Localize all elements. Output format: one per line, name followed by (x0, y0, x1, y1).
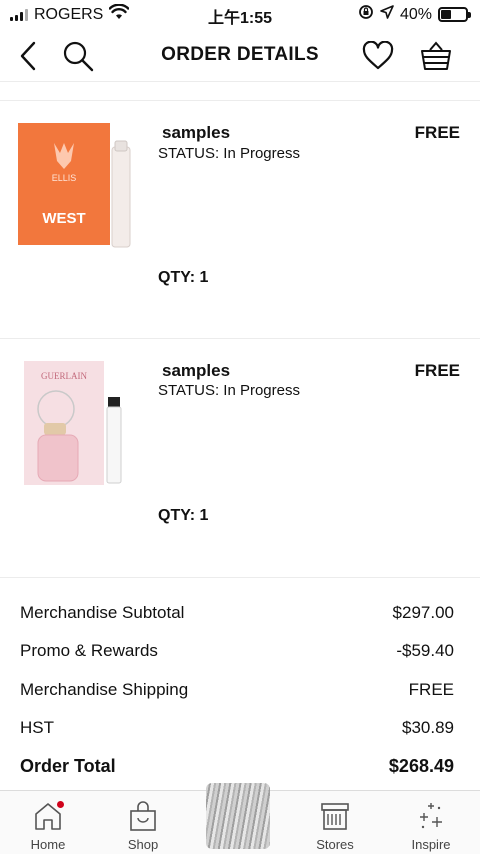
summary-label: HST (20, 718, 54, 737)
product-qty: QTY: 1 (158, 269, 209, 286)
tab-home[interactable]: Home (8, 799, 88, 852)
orientation-lock-icon (358, 4, 374, 25)
battery-percent: 40% (399, 5, 432, 23)
product-status: STATUS: In Progress (158, 145, 300, 162)
summary-row-subtotal: Merchandise Subtotal $297.00 (20, 603, 454, 623)
notification-dot (57, 801, 64, 808)
product-name[interactable]: samples (162, 123, 230, 143)
page-title: ORDER DETAILS (161, 44, 319, 65)
product-status: STATUS: In Progress (158, 382, 300, 399)
order-item-1[interactable]: ELLIS WEST samples STATUS: In Progress F… (0, 101, 480, 338)
summary-value: $297.00 (392, 603, 454, 622)
product-price: FREE (414, 123, 460, 142)
product-name[interactable]: samples (162, 361, 230, 381)
heart-icon (362, 41, 394, 70)
tab-label: Shop (127, 837, 159, 852)
tab-shop[interactable]: Shop (103, 799, 183, 852)
summary-label: Merchandise Subtotal (20, 603, 185, 622)
tab-label: Home (30, 837, 66, 852)
battery-fill (441, 10, 451, 19)
order-total-value: $268.49 (388, 756, 454, 776)
tab-stores[interactable]: Stores (295, 799, 375, 852)
summary-row-total: Order Total $268.49 (20, 756, 454, 777)
status-bar: ROGERS 上午1:55 40% (0, 0, 480, 28)
summary-value: FREE (408, 680, 454, 699)
basket-button[interactable] (418, 38, 454, 74)
status-right: 40% (358, 4, 471, 25)
order-total-label: Order Total (20, 756, 116, 776)
order-item-2[interactable]: GUERLAIN samples STATUS: In Progress FRE… (0, 339, 480, 577)
location-arrow-icon (380, 5, 394, 24)
sparkle-icon (420, 803, 442, 829)
shopping-bag-icon (130, 801, 156, 831)
tab-label: Inspire (411, 837, 451, 852)
store-icon (321, 803, 349, 830)
tab-label: Stores (316, 837, 354, 852)
summary-value: -$59.40 (396, 641, 454, 660)
summary-row-promo: Promo & Rewards -$59.40 (20, 641, 454, 661)
divider (0, 577, 480, 578)
summary-row-tax: HST $30.89 (20, 718, 454, 738)
nav-bar: ORDER DETAILS (0, 28, 480, 82)
summary-label: Promo & Rewards (20, 641, 158, 660)
summary-value: $30.89 (402, 718, 454, 737)
wishlist-button[interactable] (360, 38, 396, 74)
product-thumbnail-1[interactable]: ELLIS WEST (16, 119, 134, 249)
summary-label: Merchandise Shipping (20, 680, 189, 699)
product-price: FREE (414, 361, 460, 380)
bottom-tab-bar: Home Shop Stores Inspire (0, 783, 480, 854)
product-thumbnail-2[interactable]: GUERLAIN (16, 357, 134, 487)
tab-inspire[interactable]: Inspire (391, 799, 471, 852)
battery-icon (438, 7, 471, 22)
thumb-brand-text: GUERLAIN (41, 371, 87, 381)
basket-icon (421, 41, 451, 70)
product-qty: QTY: 1 (158, 507, 209, 524)
summary-row-shipping: Merchandise Shipping FREE (20, 680, 454, 700)
center-tab-image[interactable] (206, 783, 270, 849)
thumb-product-text: WEST (42, 210, 85, 227)
thumb-brand-text: ELLIS (52, 173, 77, 183)
